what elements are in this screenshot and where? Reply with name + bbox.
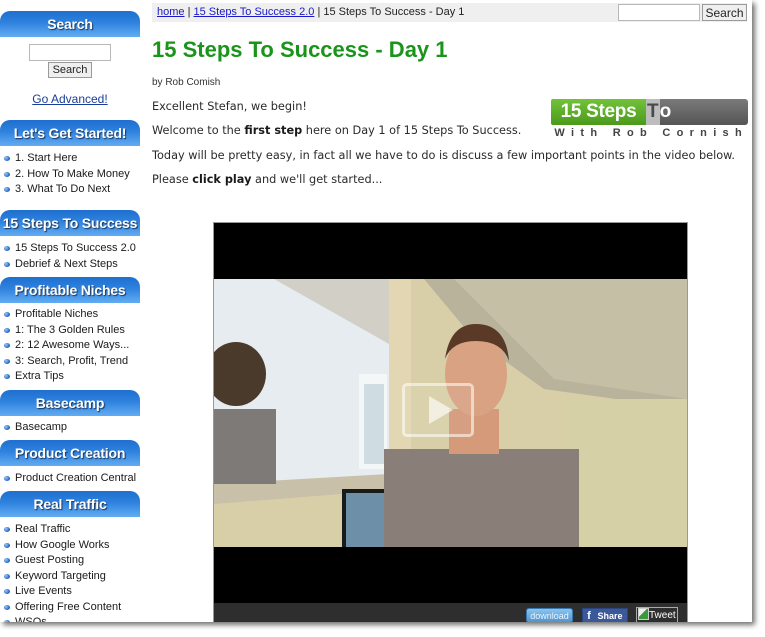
sidebar-item[interactable]: Offering Free Content (0, 600, 140, 616)
course-logo: 15 Steps To Success With Rob Cornish (551, 99, 748, 148)
sidebar-item[interactable]: Product Creation Central (0, 471, 140, 487)
sidebar-header-profitable-niches: Profitable Niches (0, 277, 140, 303)
sidebar-header-15-steps: 15 Steps To Success (0, 210, 140, 236)
breadcrumb-current: 15 Steps To Success - Day 1 (323, 6, 465, 18)
page-title: 15 Steps To Success - Day 1 (152, 37, 448, 62)
breadcrumb-home-link[interactable]: home (157, 6, 185, 18)
reflected-shirt (214, 409, 276, 484)
sidebar-item[interactable]: Live Events (0, 584, 140, 600)
bullet-icon (4, 620, 10, 622)
sidebar-list-real-traffic: Real Traffic How Google Works Guest Post… (0, 522, 140, 622)
sidebar-item[interactable]: 2: 12 Awesome Ways... (0, 338, 140, 354)
sidebar-header-real-traffic: Real Traffic (0, 491, 140, 517)
facebook-icon: f (587, 610, 591, 622)
bullet-icon (4, 187, 10, 192)
bullet-icon (4, 589, 10, 594)
sidebar-search-button[interactable]: Search (48, 62, 92, 78)
sidebar-item[interactable]: Debrief & Next Steps (0, 257, 140, 273)
sidebar-item[interactable]: Profitable Niches (0, 307, 140, 323)
bullet-icon (4, 343, 10, 348)
sidebar-item[interactable]: 3. What To Do Next (0, 182, 140, 198)
sidebar-list-lets-get-started: 1. Start Here 2. How To Make Money 3. Wh… (0, 151, 140, 198)
bullet-icon (4, 527, 10, 532)
sidebar-item[interactable]: 1. Start Here (0, 151, 140, 167)
bullet-icon (4, 358, 10, 364)
author-byline: by Rob Comish (152, 77, 221, 88)
video-control-bar: download f Share Tweet (214, 603, 687, 622)
bullet-icon (4, 542, 10, 548)
sidebar-item[interactable]: Keyword Targeting (0, 569, 140, 585)
bullet-icon (4, 476, 10, 481)
bullet-icon (4, 374, 10, 379)
sidebar-item[interactable]: 2. How To Make Money (0, 167, 140, 183)
bullet-icon (4, 573, 10, 579)
sidebar-list-profitable-niches: Profitable Niches 1: The 3 Golden Rules … (0, 307, 140, 385)
logo-part-gray: To Success (646, 99, 748, 148)
breadcrumb-separator: | (184, 6, 194, 18)
play-button[interactable] (402, 383, 474, 437)
broken-image-icon (638, 608, 649, 620)
paragraph-click-play: Please click play and we'll get started.… (152, 173, 383, 186)
logo-subtitle: With Rob Cornish (554, 127, 748, 139)
sidebar-search-header: Search (0, 11, 140, 37)
picture-image (346, 493, 390, 547)
bullet-icon (4, 261, 10, 267)
tweet-button[interactable]: Tweet (636, 607, 678, 622)
sidebar-item[interactable]: Real Traffic (0, 522, 140, 538)
bullet-icon (4, 604, 10, 610)
play-icon (429, 396, 453, 424)
right-wall (564, 399, 687, 547)
sidebar-item[interactable]: Extra Tips (0, 369, 140, 385)
sidebar-list-product-creation: Product Creation Central (0, 471, 140, 487)
sidebar-item[interactable]: 3: Search, Profit, Trend (0, 354, 140, 370)
sidebar-item[interactable]: Guest Posting (0, 553, 140, 569)
sidebar-search-input[interactable] (29, 44, 111, 61)
sidebar-list-15-steps: 15 Steps To Success 2.0 Debrief & Next S… (0, 241, 140, 272)
bullet-icon (4, 171, 10, 177)
sidebar-item[interactable]: Basecamp (0, 420, 140, 436)
bullet-icon (4, 558, 10, 563)
bullet-icon (4, 327, 10, 333)
shirt (384, 449, 579, 547)
sidebar-item[interactable]: WSOs (0, 615, 140, 622)
sidebar-item[interactable]: How Google Works (0, 538, 140, 554)
sidebar-item[interactable]: 1: The 3 Golden Rules (0, 323, 140, 339)
breadcrumb: home | 15 Steps To Success 2.0 | 15 Step… (157, 6, 464, 18)
sidebar-list-basecamp: Basecamp (0, 420, 140, 436)
breadcrumb-course-link[interactable]: 15 Steps To Success 2.0 (194, 6, 315, 18)
paragraph-welcome: Welcome to the first step here on Day 1 … (152, 124, 522, 137)
download-button[interactable]: download (526, 608, 573, 622)
bullet-icon (4, 156, 10, 161)
logo-part-green: 15 Steps (551, 99, 646, 125)
sidebar-item[interactable]: 15 Steps To Success 2.0 (0, 241, 140, 257)
page: Search Search Go Advanced! Let's Get Sta… (0, 0, 752, 622)
top-search-input[interactable] (618, 4, 700, 21)
go-advanced-link[interactable]: Go Advanced! (0, 92, 140, 106)
facebook-share-button[interactable]: f Share (582, 608, 628, 622)
sidebar-header-product-creation: Product Creation (0, 440, 140, 466)
paragraph-greeting: Excellent Stefan, we begin! (152, 100, 307, 113)
sidebar-header-lets-get-started: Let's Get Started! (0, 120, 140, 146)
window-glass (364, 384, 384, 464)
bullet-icon (4, 246, 10, 251)
bullet-icon (4, 425, 10, 430)
sidebar-header-basecamp: Basecamp (0, 390, 140, 416)
top-search-button[interactable]: Search (702, 4, 747, 21)
bullet-icon (4, 312, 10, 317)
